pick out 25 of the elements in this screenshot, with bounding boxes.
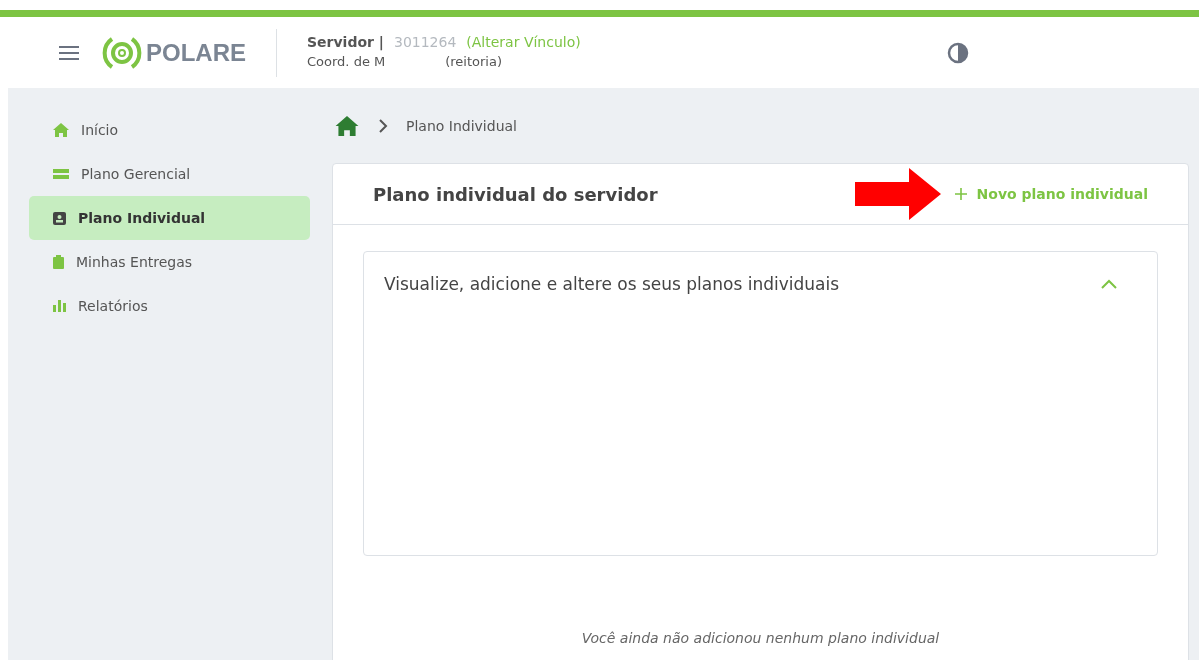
unit-location: (reitoria) <box>445 53 503 69</box>
bar-chart-icon <box>53 300 66 312</box>
contact-card-icon <box>53 211 66 225</box>
empty-message: Você ainda não adicionou nenhum plano individual <box>580 630 941 646</box>
role-label: Servidor | <box>307 33 384 50</box>
brand-name: POLARE <box>146 38 246 67</box>
home-icon[interactable] <box>334 115 360 136</box>
card-title: Plano individual do servidor <box>373 183 659 205</box>
chevron-right-icon <box>378 118 388 133</box>
sidebar-item[interactable]: Plano Gerencial <box>29 152 310 196</box>
sidebar-item[interactable]: Plano Individual <box>29 196 310 240</box>
sidebar-item[interactable]: Relatórios <box>29 284 310 328</box>
unit-name: Coord. de M <box>307 53 386 69</box>
panel-title: Visualize, adicione e altere os seus planos individuais <box>384 274 840 294</box>
arrow-icon <box>854 168 941 220</box>
plus-icon <box>954 188 967 200</box>
clipboard-icon <box>53 255 64 269</box>
sidebar-item[interactable]: Início <box>29 108 310 152</box>
contrast-icon[interactable] <box>947 41 969 64</box>
list-icon <box>53 169 69 179</box>
home-icon <box>53 123 69 137</box>
sidebar-item[interactable]: Minhas Entregas <box>29 240 310 284</box>
menu-icon[interactable] <box>58 44 80 61</box>
registration-number: 3011264 <box>393 33 457 50</box>
breadcrumb-item: Plano Individual <box>406 117 517 134</box>
